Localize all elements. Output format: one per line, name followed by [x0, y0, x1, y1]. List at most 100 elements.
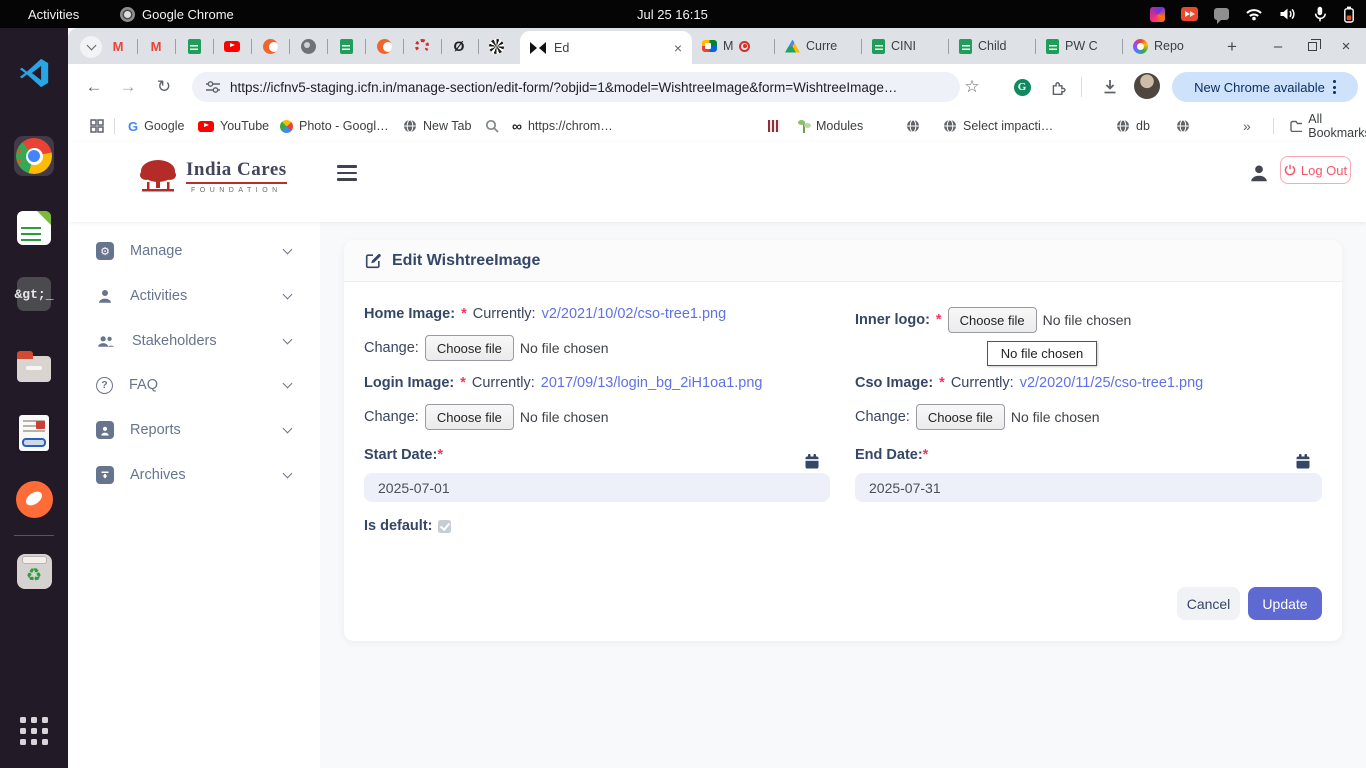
- tab-youtube[interactable]: [222, 36, 242, 56]
- user-icon[interactable]: [1248, 162, 1270, 184]
- bookmark-search[interactable]: [485, 110, 499, 142]
- dock-vscode[interactable]: [14, 53, 54, 93]
- end-date-input[interactable]: [855, 473, 1322, 502]
- tab-separator: [441, 39, 442, 54]
- tab-sheet-child[interactable]: Child: [959, 34, 1031, 58]
- bookmarks-overflow-button[interactable]: »: [1243, 110, 1251, 142]
- search-icon: [485, 119, 499, 133]
- infinity-icon: ∞: [512, 118, 522, 134]
- sidebar-item-activities[interactable]: Activities: [68, 280, 320, 312]
- tab-spiral[interactable]: [486, 36, 506, 56]
- google-drive-icon: [785, 40, 800, 53]
- all-bookmarks-button[interactable]: All Bookmarks: [1290, 110, 1366, 142]
- libreoffice-calc-icon: [17, 211, 51, 245]
- edit-form-card: Edit WishtreeImage Home Image:* Currentl…: [344, 240, 1342, 641]
- tab-drive[interactable]: Curre: [785, 34, 859, 58]
- active-tab[interactable]: Ed ×: [520, 31, 692, 64]
- is-default-checkbox[interactable]: [438, 520, 451, 533]
- window-minimize-button[interactable]: –: [1264, 32, 1292, 60]
- tab-sheets-1[interactable]: [184, 36, 204, 56]
- google-meet-icon: [702, 40, 717, 52]
- bookmark-maroon[interactable]: [768, 110, 780, 142]
- globe-icon: [1116, 119, 1130, 133]
- tab-repo[interactable]: Repo: [1133, 34, 1209, 58]
- cso-image-current-link[interactable]: v2/2020/11/25/cso-tree1.png: [1020, 375, 1204, 391]
- cancel-button[interactable]: Cancel: [1177, 587, 1240, 620]
- sidebar-item-reports[interactable]: Reports: [68, 414, 320, 446]
- logout-button[interactable]: Log Out: [1280, 156, 1351, 184]
- kebab-menu-icon[interactable]: [1333, 80, 1336, 94]
- bookmark-select-impact[interactable]: Select impacti…: [943, 110, 1053, 142]
- tab-gmail-1[interactable]: M: [108, 36, 128, 56]
- dock-libreoffice-calc[interactable]: [14, 208, 54, 248]
- clock[interactable]: Jul 25 16:15: [637, 0, 708, 28]
- inner-logo-choose-file-button[interactable]: Choose file: [948, 307, 1037, 333]
- report-badge-icon: [96, 421, 114, 439]
- dock-postman[interactable]: [14, 479, 54, 519]
- tab-orange-2[interactable]: [374, 36, 394, 56]
- extensions-button[interactable]: [1044, 73, 1072, 101]
- tab-red-arc[interactable]: [412, 36, 432, 56]
- new-tab-button[interactable]: +: [1220, 35, 1244, 59]
- window-restore-button[interactable]: [1298, 32, 1326, 60]
- home-image-choose-file-button[interactable]: Choose file: [425, 335, 514, 361]
- apps-shortcut-button[interactable]: [90, 110, 104, 142]
- dock-terminal[interactable]: &gt;_: [14, 274, 54, 314]
- sidebar-toggle-button[interactable]: [337, 165, 357, 181]
- bookmark-youtube[interactable]: YouTube: [198, 110, 269, 142]
- cso-image-choose-file-button[interactable]: Choose file: [916, 404, 1005, 430]
- dock-files[interactable]: [14, 346, 54, 386]
- home-image-current-link[interactable]: v2/2021/10/02/cso-tree1.png: [542, 306, 727, 322]
- tab-sheet-pw[interactable]: PW C: [1046, 34, 1118, 58]
- tab-gmail-2[interactable]: M: [146, 36, 166, 56]
- tab-meet[interactable]: M: [702, 34, 764, 58]
- grammarly-extension-button[interactable]: G: [1008, 73, 1036, 101]
- tab-search-button[interactable]: [80, 36, 102, 58]
- brand-logo[interactable]: India Cares FOUNDATION: [138, 158, 287, 194]
- bookmark-globe-2[interactable]: [1176, 110, 1190, 142]
- calendar-icon[interactable]: [805, 454, 819, 469]
- login-image-current-link[interactable]: 2017/09/13/login_bg_2iH1oa1.png: [541, 375, 763, 391]
- update-chrome-button[interactable]: New Chrome available: [1172, 72, 1358, 102]
- login-image-field: Login Image:* Currently: 2017/09/13/logi…: [364, 375, 762, 391]
- system-tray[interactable]: [1150, 0, 1354, 28]
- sidebar-item-stakeholders[interactable]: Stakeholders: [68, 325, 320, 357]
- sidebar-item-archives[interactable]: Archives: [68, 459, 320, 491]
- bookmark-modules[interactable]: Modules: [798, 110, 863, 142]
- activities-button[interactable]: Activities: [28, 0, 79, 28]
- downloads-button[interactable]: [1096, 73, 1124, 101]
- sidebar-item-manage[interactable]: ⚙ Manage: [68, 235, 320, 267]
- update-button[interactable]: Update: [1248, 587, 1322, 620]
- bookmark-star-button[interactable]: ☆: [958, 73, 986, 101]
- close-tab-icon[interactable]: ×: [674, 41, 682, 55]
- window-close-button[interactable]: ×: [1332, 32, 1360, 60]
- bookmark-photos[interactable]: Photo - Googl…: [280, 110, 389, 142]
- sidebar-item-faq[interactable]: ? FAQ: [68, 369, 320, 401]
- dock-chrome[interactable]: [14, 136, 54, 176]
- dock-document-viewer[interactable]: [14, 413, 54, 453]
- cso-image-change-row: Change: Choose file No file chosen: [855, 404, 1100, 430]
- tab-sheet-cini[interactable]: CINI: [872, 34, 944, 58]
- tab-null[interactable]: Ø: [449, 36, 469, 56]
- address-bar[interactable]: https://icfnv5-staging.icfn.in/manage-se…: [192, 72, 960, 102]
- back-button[interactable]: ←: [80, 73, 108, 101]
- calendar-icon[interactable]: [1296, 454, 1310, 469]
- tab-orange-1[interactable]: [260, 36, 280, 56]
- profile-avatar[interactable]: [1134, 73, 1160, 99]
- login-image-choose-file-button[interactable]: Choose file: [425, 404, 514, 430]
- bookmark-google[interactable]: GGoogle: [128, 110, 184, 142]
- forward-button[interactable]: →: [114, 73, 142, 101]
- bookmark-new-tab[interactable]: New Tab: [403, 110, 471, 142]
- bookmark-chrome-link[interactable]: ∞https://chrom…: [512, 110, 613, 142]
- focused-app-indicator[interactable]: Google Chrome: [120, 0, 234, 28]
- tab-sheets-2[interactable]: [336, 36, 356, 56]
- dock-trash[interactable]: ♻: [14, 551, 54, 591]
- reload-button[interactable]: ↻: [150, 73, 178, 101]
- tab-separator: [861, 39, 862, 54]
- bookmark-db[interactable]: db: [1116, 110, 1150, 142]
- bookmark-globe-1[interactable]: [906, 110, 920, 142]
- start-date-input[interactable]: [364, 473, 830, 502]
- tab-separator: [948, 39, 949, 54]
- tab-globe[interactable]: [298, 36, 318, 56]
- dock-show-applications[interactable]: [14, 711, 54, 751]
